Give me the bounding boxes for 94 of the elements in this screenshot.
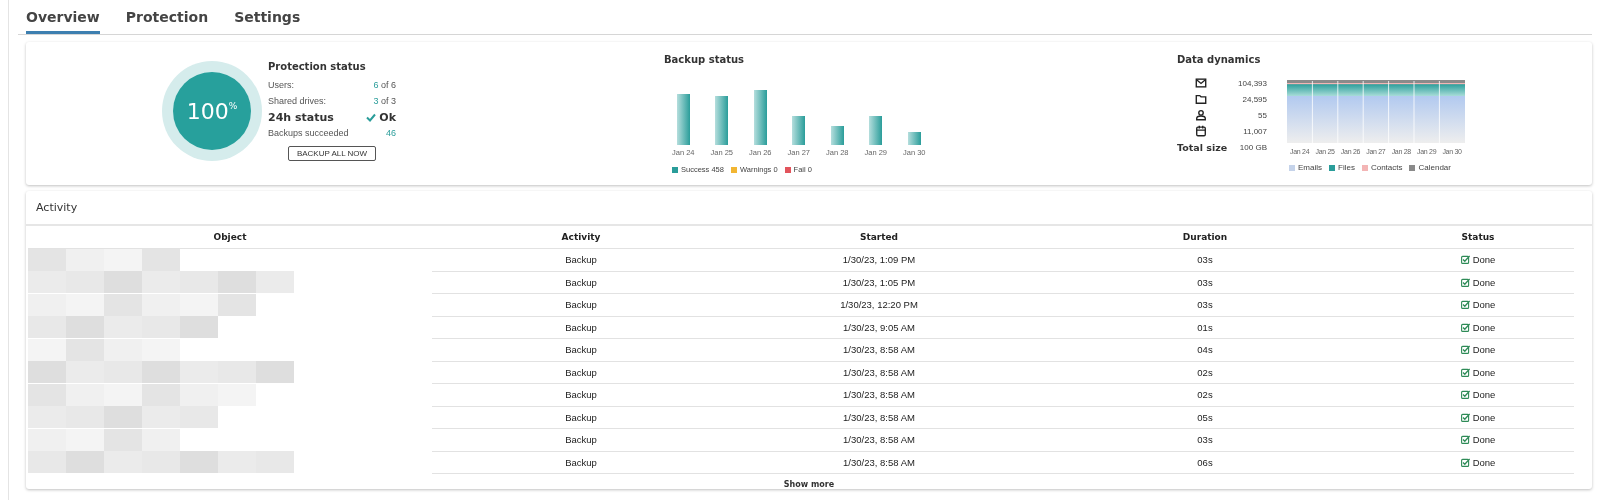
legend-label: Files <box>1338 163 1355 172</box>
total-label: Total size <box>1177 141 1228 153</box>
table-cell: 1/30/23, 8:58 AM <box>730 451 1028 474</box>
total-value: 100 GB <box>1239 142 1267 152</box>
table-cell: 1/30/23, 8:58 AM <box>730 406 1028 429</box>
count-value: 11,007 <box>1243 126 1267 136</box>
stat-label: 24h status <box>268 110 334 124</box>
stat-label: Backups succeeded <box>268 128 349 138</box>
table-cell: 1/30/23, 8:58 AM <box>730 429 1028 452</box>
legend-label: Contacts <box>1370 163 1403 172</box>
section-title: Protection status <box>268 61 367 72</box>
checkbox-check-icon <box>1460 277 1470 287</box>
table-cell: Backup <box>432 316 730 339</box>
status-text: Done <box>1472 389 1496 401</box>
count-value: 104,393 <box>1238 78 1267 88</box>
status-text: Done <box>1472 276 1496 288</box>
section-title: Data dynamics <box>1177 54 1262 65</box>
panel-title: Activity <box>36 201 78 214</box>
table-cell: 06s <box>1028 451 1382 474</box>
show-more-link[interactable]: Show more <box>783 480 835 489</box>
table-cell: 02s <box>1028 361 1382 384</box>
column-header: Started <box>730 226 1028 249</box>
table-cell: 03s <box>1028 294 1382 317</box>
table-cell: Backup <box>432 271 730 294</box>
checkbox-check-icon <box>1460 367 1470 377</box>
stat-value: 3 of 3 <box>373 96 396 106</box>
table-cell: 02s <box>1028 384 1382 407</box>
stat-label: Shared drives: <box>268 96 327 106</box>
status-text: Done <box>1472 366 1496 378</box>
checkbox-check-icon <box>1460 322 1470 332</box>
table-cell: 03s <box>1028 271 1382 294</box>
status-text: Done <box>1472 299 1496 311</box>
column-header: Duration <box>1028 226 1382 249</box>
checkbox-check-icon <box>1460 300 1470 310</box>
bar <box>753 90 767 145</box>
folder-icon <box>1195 93 1207 105</box>
count-value: 24,595 <box>1242 94 1267 104</box>
bar <box>830 126 844 145</box>
table-cell: 05s <box>1028 406 1382 429</box>
column-header: Status <box>1382 226 1574 249</box>
tab[interactable]: Overview <box>26 9 100 34</box>
table-cell: Backup <box>432 249 730 272</box>
table-cell: 04s <box>1028 339 1382 362</box>
status-text: Done <box>1472 344 1496 356</box>
percent-value: 100% <box>186 98 238 124</box>
checkbox-check-icon <box>1460 345 1470 355</box>
checkbox-check-icon <box>1460 390 1470 400</box>
bar <box>792 116 806 145</box>
table-cell: 1/30/23, 8:58 AM <box>730 339 1028 362</box>
stat-label: Users: <box>268 80 294 90</box>
table-cell: Backup <box>432 339 730 362</box>
legend-label: Calendar <box>1418 163 1451 172</box>
status-text: Done <box>1472 411 1496 423</box>
bar <box>676 94 690 145</box>
checkbox-check-icon <box>1460 435 1470 445</box>
table-cell: 1/30/23, 8:58 AM <box>730 384 1028 407</box>
checkbox-check-icon <box>1460 457 1470 467</box>
checkbox-check-icon <box>1460 255 1470 265</box>
tab[interactable]: Settings <box>234 9 301 34</box>
table-cell: Backup <box>432 429 730 452</box>
check-icon <box>366 112 377 122</box>
stat-value: 6 of 6 <box>373 80 396 90</box>
count-value: 55 <box>1258 110 1267 120</box>
stat-value: 46 <box>386 128 396 138</box>
bar <box>907 132 921 145</box>
table-cell: 03s <box>1028 429 1382 452</box>
bar <box>715 96 729 145</box>
table-cell: Backup <box>432 384 730 407</box>
status-text: Done <box>1472 321 1496 333</box>
column-header: Activity <box>432 226 730 249</box>
table-cell: 1/30/23, 12:20 PM <box>730 294 1028 317</box>
tab[interactable]: Protection <box>125 9 209 34</box>
backup-all-button[interactable]: BACKUP ALL NOW <box>287 146 377 161</box>
legend-label: Emails <box>1298 163 1322 172</box>
table-cell: Backup <box>432 451 730 474</box>
calendar-icon <box>1195 125 1207 137</box>
checkbox-check-icon <box>1460 412 1470 422</box>
table-cell: 1/30/23, 9:05 AM <box>730 316 1028 339</box>
status-text: Done <box>1472 434 1496 446</box>
table-cell: 1/30/23, 8:58 AM <box>730 361 1028 384</box>
table-cell: Backup <box>432 294 730 317</box>
status-text: Done <box>1472 456 1496 468</box>
stat-value: Ok <box>379 110 396 124</box>
status-text: Done <box>1472 254 1496 266</box>
table-cell: 03s <box>1028 249 1382 272</box>
section-title: Backup status <box>664 54 746 65</box>
table-cell: Backup <box>432 361 730 384</box>
table-cell: Backup <box>432 406 730 429</box>
table-cell: 1/30/23, 1:09 PM <box>730 249 1028 272</box>
person-icon <box>1195 109 1207 121</box>
table-cell: 01s <box>1028 316 1382 339</box>
table-cell: 1/30/23, 1:05 PM <box>730 271 1028 294</box>
bar <box>869 116 883 145</box>
envelope-icon <box>1195 77 1207 89</box>
